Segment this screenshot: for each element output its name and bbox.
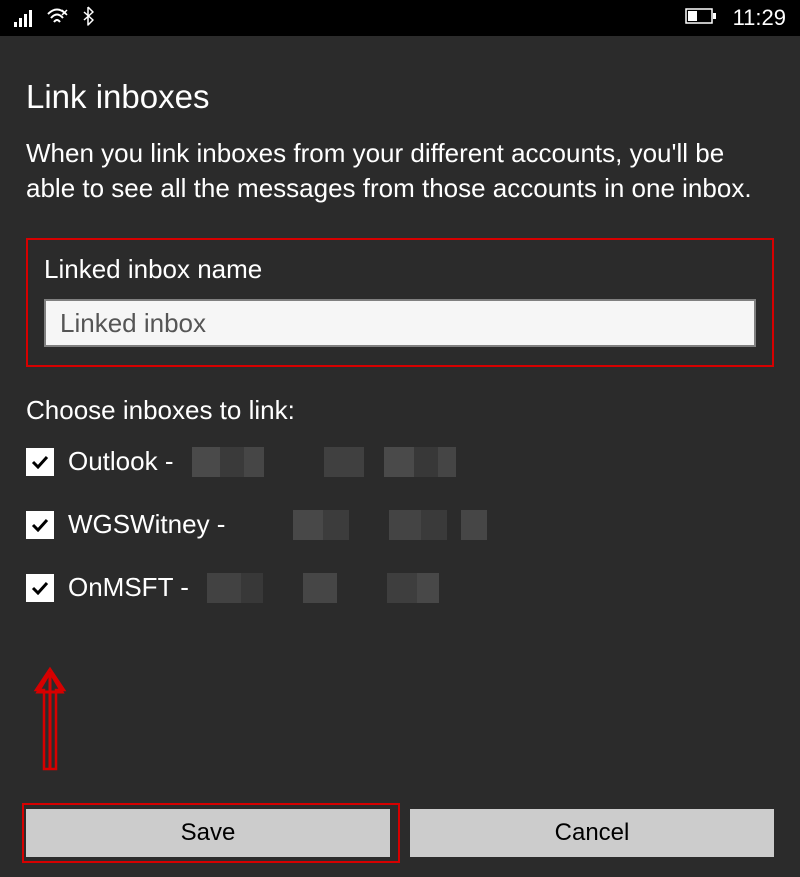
wifi-icon [46, 7, 68, 30]
button-row: Save Cancel [26, 809, 774, 857]
checkbox-onmsft[interactable] [26, 574, 54, 602]
cancel-button[interactable]: Cancel [410, 809, 774, 857]
choose-inboxes-label: Choose inboxes to link: [26, 395, 774, 426]
status-left [14, 6, 94, 31]
checkbox-outlook[interactable] [26, 448, 54, 476]
linked-inbox-label: Linked inbox name [44, 254, 756, 285]
linked-inbox-input[interactable] [44, 299, 756, 347]
inbox-item-wgswitney[interactable]: WGSWitney - [26, 509, 774, 540]
inbox-label-outlook: Outlook - [68, 446, 174, 477]
check-icon [31, 518, 49, 532]
inbox-label-wgswitney: WGSWitney - [68, 509, 225, 540]
page-description: When you link inboxes from your differen… [26, 136, 774, 206]
battery-icon [685, 8, 717, 29]
bluetooth-icon [82, 6, 94, 31]
status-right: 11:29 [685, 5, 786, 31]
checkbox-wgswitney[interactable] [26, 511, 54, 539]
inbox-label-onmsft: OnMSFT - [68, 572, 189, 603]
redacted-text [243, 510, 487, 540]
signal-icon [14, 9, 32, 27]
linked-inbox-highlight: Linked inbox name [26, 238, 774, 367]
inbox-list: Outlook - WGSWitney - [26, 446, 774, 603]
status-bar: 11:29 [0, 0, 800, 36]
check-icon [31, 455, 49, 469]
inbox-item-onmsft[interactable]: OnMSFT - [26, 572, 774, 603]
arrow-annotation [30, 664, 70, 774]
redacted-text [192, 447, 456, 477]
save-button[interactable]: Save [26, 809, 390, 857]
content: Link inboxes When you link inboxes from … [0, 36, 800, 603]
redacted-text [207, 573, 439, 603]
inbox-item-outlook[interactable]: Outlook - [26, 446, 774, 477]
clock: 11:29 [733, 5, 786, 31]
page-title: Link inboxes [26, 78, 774, 116]
check-icon [31, 581, 49, 595]
